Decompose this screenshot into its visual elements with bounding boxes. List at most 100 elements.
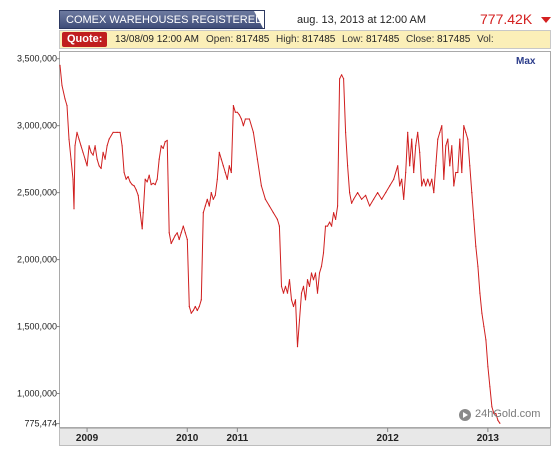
- data-point: [473, 218, 475, 220]
- series-line: [59, 65, 501, 424]
- data-point: [133, 185, 135, 187]
- chart-svg: 3,500,000 3,000,000 2,500,000 2,000,000 1,50…: [17, 54, 501, 444]
- data-point: [345, 131, 347, 133]
- data-point: [78, 138, 80, 140]
- data-point: [411, 138, 413, 140]
- data-point: [475, 245, 477, 247]
- data-point: [260, 185, 262, 187]
- data-point: [365, 194, 367, 196]
- data-point: [429, 185, 431, 187]
- data-point: [94, 145, 96, 147]
- x-tick-label: 2011: [227, 433, 249, 444]
- data-point: [499, 422, 501, 424]
- data-point: [318, 272, 321, 274]
- data-point: [218, 151, 220, 153]
- data-point: [331, 225, 333, 227]
- data-point: [244, 118, 246, 120]
- data-point: [186, 238, 188, 241]
- data-point: [212, 198, 214, 200]
- data-point: [226, 178, 228, 180]
- data-point: [72, 178, 74, 180]
- x-tick-label: 2013: [477, 433, 500, 444]
- data-point: [312, 279, 315, 281]
- data-point: [230, 171, 232, 174]
- data-point: [397, 165, 399, 167]
- data-point: [300, 292, 303, 294]
- x-tick-label: 2009: [76, 433, 99, 444]
- data-point: [68, 138, 70, 140]
- play-icon: [459, 409, 471, 421]
- data-point: [59, 64, 61, 66]
- data-point: [73, 208, 75, 210]
- data-point: [451, 145, 453, 147]
- data-point: [465, 131, 467, 133]
- x-tick-label: 2010: [176, 433, 199, 444]
- data-point: [357, 192, 359, 194]
- data-point: [417, 131, 419, 133]
- data-point: [220, 158, 222, 160]
- data-point: [164, 141, 166, 143]
- data-point: [306, 279, 309, 281]
- data-point: [194, 305, 196, 308]
- data-point: [98, 165, 100, 167]
- data-point: [322, 252, 325, 254]
- y-tick-label: 1,000,000: [17, 389, 57, 399]
- data-point: [431, 178, 433, 180]
- data-point: [228, 165, 230, 167]
- data-point: [222, 165, 224, 167]
- data-point: [381, 198, 383, 200]
- data-point: [240, 118, 242, 120]
- data-point: [337, 205, 339, 207]
- data-point: [123, 171, 125, 174]
- data-point: [146, 181, 148, 183]
- data-point: [447, 138, 449, 140]
- data-point: [272, 212, 274, 214]
- data-point: [467, 138, 469, 140]
- data-point: [168, 232, 170, 234]
- data-point: [373, 198, 375, 200]
- data-point: [489, 386, 491, 388]
- data-point: [108, 138, 110, 140]
- data-point: [280, 285, 283, 287]
- data-point: [74, 145, 76, 147]
- data-point: [377, 192, 379, 194]
- data-point: [131, 184, 133, 186]
- data-point: [339, 78, 341, 80]
- data-point: [343, 78, 345, 80]
- data-point: [427, 178, 429, 180]
- data-point: [443, 178, 445, 180]
- data-point: [234, 111, 236, 113]
- y-tick-label: 3,500,000: [17, 54, 57, 64]
- data-point: [399, 185, 401, 187]
- data-point: [192, 309, 194, 312]
- data-point: [148, 174, 150, 176]
- data-point: [324, 225, 327, 227]
- data-point: [459, 138, 461, 140]
- data-point: [389, 185, 391, 187]
- data-point: [284, 285, 287, 287]
- data-point: [479, 292, 481, 294]
- data-point: [127, 176, 129, 178]
- data-point: [361, 198, 363, 200]
- data-point: [463, 125, 465, 127]
- data-point: [419, 151, 421, 153]
- data-point: [135, 189, 137, 191]
- data-point: [86, 165, 88, 167]
- data-point: [314, 272, 317, 274]
- data-point: [461, 171, 463, 174]
- data-point: [349, 192, 351, 194]
- data-point: [236, 111, 238, 113]
- data-point: [453, 185, 455, 187]
- data-point: [409, 165, 411, 167]
- data-point: [487, 366, 489, 368]
- data-point: [282, 292, 285, 294]
- data-point: [152, 182, 154, 184]
- data-point: [268, 205, 270, 207]
- data-point: [351, 202, 353, 204]
- data-point: [385, 192, 387, 194]
- data-point: [445, 145, 447, 147]
- data-point: [208, 205, 210, 207]
- data-point: [104, 158, 106, 160]
- data-point: [190, 312, 192, 314]
- data-point: [298, 319, 301, 321]
